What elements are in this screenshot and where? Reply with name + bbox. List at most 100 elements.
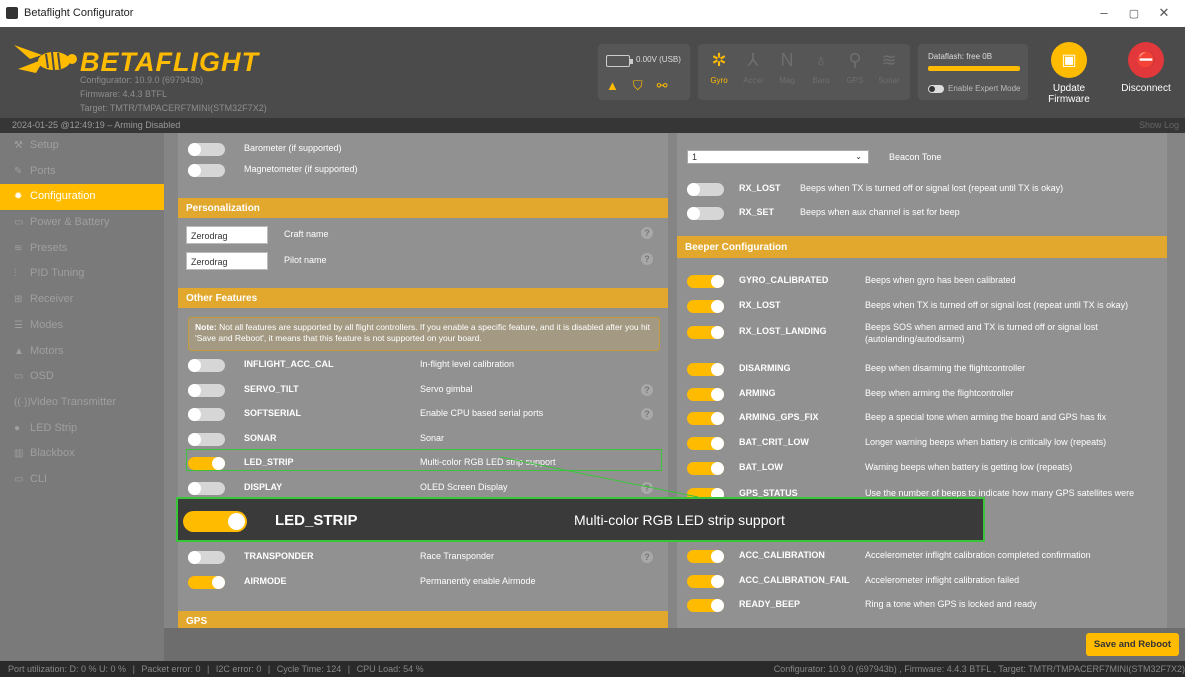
beeper-row-rx_lost-toggle[interactable] bbox=[687, 300, 724, 313]
zoomed-led-strip-toggle[interactable] bbox=[183, 511, 247, 532]
toggle-switch[interactable] bbox=[687, 575, 724, 588]
update-firmware-label: Update Firmware bbox=[1048, 83, 1090, 105]
feature-row-display-toggle[interactable] bbox=[188, 481, 225, 495]
gear-icon: ✹ bbox=[14, 191, 23, 203]
beeper-row-acc_calibration_fail-toggle[interactable] bbox=[687, 575, 724, 588]
note-label: Note: bbox=[195, 322, 217, 332]
sidebar-item-power-battery[interactable]: ▭ Power & Battery bbox=[0, 210, 164, 236]
beeper-row-acc_calibration-toggle[interactable] bbox=[687, 550, 724, 563]
beacon-tone-select[interactable]: 1 ⌄ bbox=[687, 150, 869, 164]
sensor-option-row-toggle[interactable] bbox=[188, 143, 225, 156]
toggle-switch[interactable] bbox=[188, 432, 225, 446]
sidebar-item-led-strip[interactable]: ● LED Strip bbox=[0, 416, 164, 442]
beeper-row-rx_lost_landing-toggle[interactable] bbox=[687, 326, 724, 339]
toggle-switch[interactable] bbox=[188, 575, 225, 589]
features-note: Note: Not all features are supported by … bbox=[188, 317, 660, 351]
feature-row-transponder: TRANSPONDER Race Transponder? bbox=[178, 546, 668, 570]
sidebar-item-label: Power & Battery bbox=[30, 216, 110, 229]
feature-row-transponder-toggle[interactable] bbox=[188, 551, 225, 564]
beeper-row-bat_low-toggle[interactable] bbox=[687, 462, 724, 475]
expert-mode-switch[interactable] bbox=[928, 84, 944, 93]
maximize-icon[interactable]: ▢ bbox=[1122, 7, 1146, 20]
beeper-row-ready_beep-toggle[interactable] bbox=[687, 599, 724, 612]
gps-header: GPS bbox=[178, 611, 668, 628]
save-and-reboot-button[interactable]: Save and Reboot bbox=[1085, 633, 1179, 656]
toggle-switch[interactable] bbox=[687, 599, 724, 612]
toggle-switch[interactable] bbox=[188, 551, 225, 564]
help-icon[interactable]: ? bbox=[641, 551, 653, 563]
beeper-row-bat_crit_low-toggle[interactable] bbox=[687, 437, 724, 450]
feature-name: GYRO_CALIBRATED bbox=[739, 275, 829, 285]
toggle-switch[interactable] bbox=[687, 275, 724, 288]
toggle-switch[interactable] bbox=[687, 412, 724, 425]
beeper-row-gyro_calibrated: GYRO_CALIBRATED Beeps when gyro has been … bbox=[677, 270, 1167, 294]
toggle-switch[interactable] bbox=[687, 462, 724, 475]
beeper-row-rx_lost_landing: RX_LOST_LANDING Beeps SOS when armed and … bbox=[677, 321, 1167, 345]
toggle-switch[interactable] bbox=[687, 326, 724, 339]
beeper-row-ready_beep: READY_BEEP Ring a tone when GPS is locked… bbox=[677, 594, 1167, 618]
beeper-row-gyro_calibrated-toggle[interactable] bbox=[687, 275, 724, 288]
beeper-row-arming-toggle[interactable] bbox=[687, 388, 724, 401]
beeper-row-arming_gps_fix-toggle[interactable] bbox=[687, 412, 724, 425]
shield-icon: ⛉ bbox=[632, 78, 657, 93]
zoomed-feature-desc: Multi-color RGB LED strip support bbox=[574, 512, 785, 528]
sidebar-item-cli[interactable]: ▭ CLI bbox=[0, 467, 164, 493]
beacon-row-rx_set-toggle[interactable] bbox=[687, 207, 724, 220]
sidebar-item-osd[interactable]: ▭ OSD bbox=[0, 364, 164, 390]
toggle-switch[interactable] bbox=[188, 164, 225, 177]
gps-icon: ⚲ bbox=[848, 50, 862, 70]
configurator-version: Configurator: 10.9.0 (697943b) bbox=[80, 75, 204, 85]
help-icon[interactable]: ? bbox=[641, 408, 653, 420]
feature-row-sonar: SONAR Sonar bbox=[178, 428, 668, 452]
beacon-tone-value: 1 bbox=[692, 152, 698, 162]
feature-row-softserial-toggle[interactable] bbox=[188, 408, 225, 421]
minimize-icon[interactable]: – bbox=[1092, 5, 1116, 20]
update-firmware-button[interactable]: ▣ Update Firmware bbox=[1039, 42, 1099, 105]
sidebar-item-receiver[interactable]: ⊞ Receiver bbox=[0, 287, 164, 313]
toggle-switch[interactable] bbox=[687, 363, 724, 376]
sidebar-item-video-transmitter[interactable]: ((·))Video Transmitter bbox=[0, 390, 164, 416]
toggle-switch[interactable] bbox=[188, 143, 225, 156]
beeper-row-disarming-toggle[interactable] bbox=[687, 363, 724, 376]
toggle-switch[interactable] bbox=[687, 207, 724, 220]
toggle-switch[interactable] bbox=[687, 300, 724, 313]
bottom-toolbar: Save and Reboot bbox=[164, 628, 1185, 661]
help-icon[interactable]: ? bbox=[641, 383, 653, 396]
sensor-label: Accel bbox=[743, 76, 763, 85]
sidebar-item-motors[interactable]: ▲ Motors bbox=[0, 339, 164, 365]
feature-row-inflight_acc_cal-toggle[interactable] bbox=[188, 359, 225, 372]
toggle-switch[interactable] bbox=[687, 388, 724, 401]
expert-mode-toggle[interactable]: Enable Expert Mode bbox=[928, 84, 1021, 93]
sidebar-item-modes[interactable]: ☰ Modes bbox=[0, 313, 164, 339]
sidebar-item-presets[interactable]: ≋ Presets bbox=[0, 236, 164, 262]
beacon-row-rx_lost-toggle[interactable] bbox=[687, 183, 724, 196]
show-log-link[interactable]: Show Log bbox=[1139, 120, 1179, 130]
disconnect-button[interactable]: ⛔ Disconnect bbox=[1116, 42, 1176, 94]
toggle-switch[interactable] bbox=[687, 437, 724, 450]
toggle-switch[interactable] bbox=[188, 383, 225, 397]
toggle-switch[interactable] bbox=[687, 550, 724, 563]
feature-row-sonar-toggle[interactable] bbox=[188, 432, 225, 446]
feature-row-servo_tilt-toggle[interactable] bbox=[188, 383, 225, 397]
sidebar-item-ports[interactable]: ✎ Ports bbox=[0, 159, 164, 185]
feature-row-airmode-toggle[interactable] bbox=[188, 575, 225, 589]
sidebar-item-setup[interactable]: ⚒ Setup bbox=[0, 133, 164, 159]
sidebar-item-pid-tuning[interactable]: ⫶ PID Tuning bbox=[0, 261, 164, 287]
craft-name-help-icon[interactable]: ? bbox=[641, 227, 653, 239]
sidebar-item-blackbox[interactable]: ▥ Blackbox bbox=[0, 441, 164, 467]
led-icon: ● bbox=[14, 422, 21, 434]
other-features-header: Other Features bbox=[178, 288, 668, 308]
toggle-switch[interactable] bbox=[188, 481, 225, 495]
dataflash-panel: Dataflash: free 0B Enable Expert Mode bbox=[918, 44, 1028, 100]
beeper-row-arming_gps_fix: ARMING_GPS_FIX Beep a special tone when a… bbox=[677, 407, 1167, 431]
toggle-switch[interactable] bbox=[188, 359, 225, 372]
pilot-name-help-icon[interactable]: ? bbox=[641, 253, 653, 265]
toggle-switch[interactable] bbox=[188, 408, 225, 421]
sensor-panel: ✲ Gyro ⅄ Accel N Mag ♁ Baro ⚲ GPS ≋ Sonar bbox=[698, 44, 910, 100]
beeper-row-bat_low: BAT_LOW Warning beeps when battery is get… bbox=[677, 457, 1167, 481]
sensor-option-row-toggle[interactable] bbox=[188, 164, 225, 177]
help-icon[interactable]: ? bbox=[641, 481, 653, 494]
close-icon[interactable]: ✕ bbox=[1152, 5, 1176, 21]
sidebar-item-configuration[interactable]: ✹ Configuration bbox=[0, 184, 164, 211]
toggle-switch[interactable] bbox=[687, 183, 724, 196]
